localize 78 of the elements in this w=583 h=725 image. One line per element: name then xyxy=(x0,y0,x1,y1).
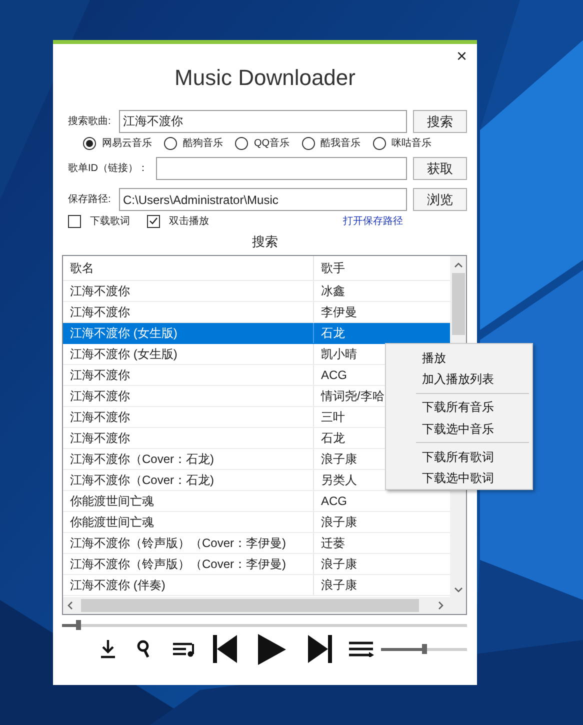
download-icon[interactable] xyxy=(100,639,116,659)
checkbox-label[interactable]: 双击播放 xyxy=(169,214,209,228)
save-path-field[interactable]: C:\Users\Administrator\Music xyxy=(119,188,407,211)
previous-icon[interactable] xyxy=(213,635,237,663)
table-cell-text: 浪子康 xyxy=(321,514,357,531)
radio-label[interactable]: 酷狗音乐 xyxy=(183,136,223,150)
table-cell-text: 迁蒌 xyxy=(321,535,345,552)
radio-label[interactable]: 网易云音乐 xyxy=(102,136,152,150)
window-title: Music Downloader xyxy=(174,64,356,92)
table-row[interactable]: 江海不渡你 (女生版) 石龙 xyxy=(63,323,450,344)
browse-button[interactable]: 浏览 xyxy=(413,188,467,211)
table-cell-text: 石龙 xyxy=(321,430,345,447)
radio-label[interactable]: QQ音乐 xyxy=(254,136,290,150)
table-row[interactable]: 江海不渡你（铃声版）（Cover：李伊曼) 浪子康 xyxy=(63,554,450,575)
table-cell-text: 江海不渡你（Cover：石龙) xyxy=(70,451,214,468)
volume-slider[interactable] xyxy=(381,643,467,655)
table-cell-text: 江海不渡你 xyxy=(70,283,130,300)
table-cell-text: 江海不渡你 xyxy=(70,409,130,426)
table-cell-text: 江海不渡你 xyxy=(70,304,130,321)
table-cell-text: 李伊曼 xyxy=(321,304,357,321)
radio-button[interactable] xyxy=(164,136,177,150)
open-folder-link[interactable]: 打开保存路径 xyxy=(343,214,403,228)
table-cell-text: 浪子康 xyxy=(321,556,357,573)
fetch-button[interactable]: 获取 xyxy=(413,157,467,180)
table-cell-text: 你能渡世间亡魂 xyxy=(70,514,154,531)
search-button[interactable]: 搜索 xyxy=(413,110,467,133)
results-heading: 搜索 xyxy=(252,233,278,251)
table-cell-text: 江海不渡你（铃声版）（Cover：李伊曼) xyxy=(70,535,286,552)
checkbox[interactable] xyxy=(147,214,160,228)
playlist-id-field[interactable] xyxy=(156,157,407,180)
search-field[interactable]: 江海不渡你 xyxy=(119,110,407,133)
table-cell-text: 冰鑫 xyxy=(321,283,345,300)
column-header[interactable]: 歌名 xyxy=(63,256,314,280)
table-cell-text: 石龙 xyxy=(321,325,345,342)
table-cell-text: 浪子康 xyxy=(321,451,357,468)
table-cell-text: 你能渡世间亡魂 xyxy=(70,493,154,510)
next-icon[interactable] xyxy=(308,635,332,663)
table-row[interactable]: 江海不渡你 冰鑫 xyxy=(63,281,450,302)
table-cell-text: 江海不渡你 (伴奏) xyxy=(70,577,166,594)
table-cell-text: 三叶 xyxy=(321,409,345,426)
table-cell-text: 凯小晴 xyxy=(321,346,357,363)
table-row[interactable]: 你能渡世间亡魂 ACG xyxy=(63,491,450,512)
close-button[interactable]: × xyxy=(456,46,467,66)
table-cell-text: 另类人 xyxy=(321,472,357,489)
table-cell-text: 江海不渡你（Cover：石龙) xyxy=(70,472,214,489)
radio-button[interactable] xyxy=(372,136,386,150)
table-cell-text: 江海不渡你 xyxy=(70,430,130,447)
table-cell-text: 江海不渡你 (女生版) xyxy=(70,325,178,342)
table-cell-text: ACG xyxy=(321,493,348,510)
table-row[interactable]: 你能渡世间亡魂 浪子康 xyxy=(63,512,450,533)
checkbox-label[interactable]: 下载歌词 xyxy=(90,214,130,228)
table-cell-text: 江海不渡你 xyxy=(70,388,130,405)
table-row[interactable]: 江海不渡你 (伴奏) 浪子康 xyxy=(63,575,450,596)
column-header[interactable]: 歌手 xyxy=(314,256,450,280)
field-label: 歌单ID（链接）： xyxy=(68,162,149,176)
table-cell-text: ACG xyxy=(321,367,348,384)
progress-slider[interactable] xyxy=(62,619,467,631)
table-cell-text: 浪子康 xyxy=(321,577,357,594)
scrollbar-thumb[interactable] xyxy=(452,273,464,335)
radio-button[interactable] xyxy=(83,136,96,150)
table-row[interactable]: 江海不渡你（铃声版）（Cover：李伊曼) 迁蒌 xyxy=(63,533,450,554)
radio-button[interactable] xyxy=(302,136,315,150)
radio-label[interactable]: 酷我音乐 xyxy=(320,136,361,150)
field-label: 搜索歌曲: xyxy=(68,114,112,129)
table-cell-text: 江海不渡你 xyxy=(70,367,130,384)
table-cell-text: 情词尧/李哈 xyxy=(321,388,384,405)
table-cell-text: 江海不渡你（铃声版）（Cover：李伊曼) xyxy=(70,556,286,573)
horizontal-scrollbar[interactable] xyxy=(63,597,466,614)
radio-label[interactable]: 咪咕音乐 xyxy=(392,136,432,150)
checkbox[interactable] xyxy=(68,214,81,228)
field-label: 保存路径: xyxy=(68,193,112,207)
radio-button[interactable] xyxy=(235,136,248,150)
list-icon[interactable] xyxy=(349,641,374,657)
search-icon[interactable] xyxy=(136,639,150,659)
scrollbar-thumb[interactable] xyxy=(81,599,419,612)
table-row[interactable]: 江海不渡你 李伊曼 xyxy=(63,302,450,323)
table-cell-text: 江海不渡你 (女生版) xyxy=(70,346,178,363)
play-icon[interactable] xyxy=(258,634,286,664)
